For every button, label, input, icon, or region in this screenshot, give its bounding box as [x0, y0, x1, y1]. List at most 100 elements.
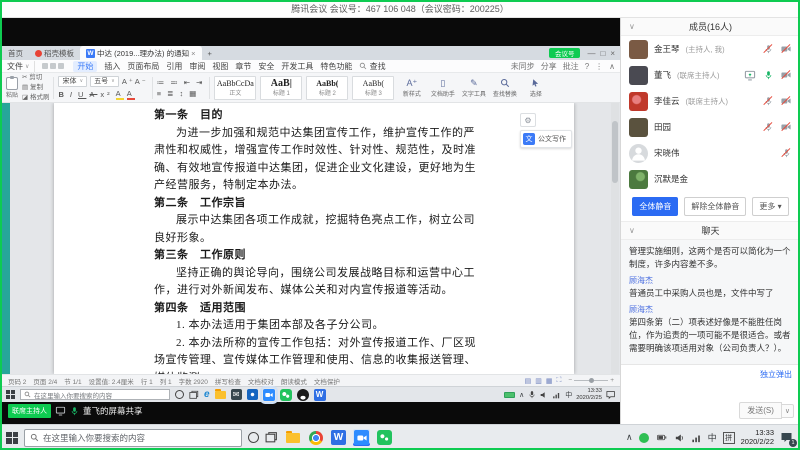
minimize-button[interactable]: — [587, 49, 595, 58]
status-spellcheck[interactable]: 拼写检查 [215, 376, 241, 386]
indent-decrease-button[interactable]: ⇤ [184, 78, 193, 87]
number-list-button[interactable]: ≕ [170, 78, 181, 87]
qq-icon[interactable] [297, 389, 309, 401]
menu-page-layout[interactable]: 页面布局 [127, 61, 159, 72]
ime-mode-icon[interactable]: 拼 [723, 432, 735, 444]
zoom-knob[interactable] [589, 378, 594, 383]
member-row[interactable]: 金王琴 (主持人, 我) [621, 36, 800, 62]
network-signal-icon[interactable] [691, 433, 702, 443]
collapse-chat-icon[interactable]: ∨ [629, 226, 635, 235]
new-style-button[interactable]: A⁺ 新样式 [398, 78, 425, 98]
zoom-slider[interactable]: − + [568, 377, 614, 384]
file-menu[interactable]: 文件 ∨ [7, 61, 35, 72]
cortana-icon[interactable] [248, 432, 259, 443]
wechat-icon[interactable] [280, 389, 292, 401]
battery-icon[interactable] [504, 392, 515, 398]
status-word-count[interactable]: 字数 2920 [179, 376, 208, 386]
wechat-tray-icon[interactable] [639, 433, 649, 443]
mic-off-icon[interactable] [780, 147, 792, 159]
official-doc-writer-button[interactable]: 文 公文写作 [520, 130, 572, 148]
status-proofread[interactable]: 文档校对 [248, 376, 274, 386]
member-row[interactable]: 宋晓伟 [621, 140, 800, 166]
document-scrollbar[interactable] [611, 103, 619, 374]
remote-start-button[interactable] [6, 390, 15, 399]
send-options-icon[interactable]: ∨ [782, 404, 794, 418]
wechat-icon[interactable] [376, 429, 393, 446]
style-body-text[interactable]: AaBbCcDa 正文 [214, 76, 256, 100]
camera-off-icon[interactable] [780, 95, 792, 107]
close-button[interactable]: × [610, 49, 615, 58]
tab-home[interactable]: 首页 [2, 46, 29, 60]
tab-docer[interactable]: 稻壳模板 [29, 46, 80, 60]
menu-view[interactable]: 视图 [212, 61, 228, 72]
cloud-sync-status[interactable]: 未同步 [511, 61, 535, 72]
camera-off-icon[interactable] [780, 121, 792, 133]
chrome-icon[interactable] [307, 429, 324, 446]
assist-settings-button[interactable]: ⚙ [520, 113, 536, 127]
style-heading-1[interactable]: AaB| 标题 1 [260, 76, 302, 100]
file-explorer-icon[interactable] [215, 391, 226, 399]
file-explorer-icon[interactable] [284, 429, 301, 446]
comment-button[interactable]: 批注 [563, 61, 579, 72]
font-color-button[interactable]: A [127, 89, 135, 100]
format-brush-button[interactable]: ◪ 格式刷 [22, 94, 49, 102]
edge-icon[interactable]: e [204, 389, 210, 400]
align-left-button[interactable]: ≡ [157, 89, 164, 98]
app-icon[interactable] [247, 389, 258, 400]
camera-off-icon[interactable] [780, 43, 792, 55]
mic-off-icon[interactable] [762, 43, 774, 55]
send-button[interactable]: 发送(S) [739, 402, 782, 419]
speaker-icon[interactable] [540, 391, 548, 399]
italic-button[interactable]: I [70, 90, 75, 99]
more-button[interactable]: 更多 ▾ [752, 197, 788, 216]
wps-icon[interactable]: W [314, 389, 326, 401]
strikethrough-button[interactable]: A [89, 90, 97, 99]
tencent-meeting-icon[interactable] [353, 429, 370, 446]
mic-off-icon[interactable] [762, 121, 774, 133]
tray-chevron-icon[interactable]: ∧ [519, 391, 524, 399]
highlight-color-button[interactable]: A [116, 89, 124, 100]
language-indicator[interactable]: 中 [565, 390, 572, 400]
task-view-icon[interactable] [265, 431, 278, 444]
new-tab-button[interactable]: + [202, 46, 218, 60]
doc-assistant-button[interactable]: ▯ 文档助手 [429, 78, 456, 98]
speaker-icon[interactable] [675, 433, 685, 443]
clock[interactable]: 13:33 2020/2/22 [741, 429, 774, 446]
mic-off-icon[interactable] [762, 95, 774, 107]
zoom-out-icon[interactable]: − [568, 377, 572, 384]
collapse-ribbon-icon[interactable]: ∧ [609, 62, 615, 71]
meeting-overlay-pill[interactable]: 会议号 [549, 48, 581, 58]
member-row[interactable]: 沉默是金 [621, 166, 800, 192]
status-doc-protect[interactable]: 文档保护 [314, 376, 340, 386]
network-signal-icon[interactable] [552, 391, 561, 399]
view-outline-icon[interactable]: ▦ [546, 377, 553, 385]
battery-icon[interactable] [655, 433, 669, 442]
style-heading-2[interactable]: AaBb( 标题 2 [306, 76, 348, 100]
remote-clock[interactable]: 13:33 2020/2/25 [576, 388, 602, 401]
menu-dev-tools[interactable]: 开发工具 [281, 61, 313, 72]
notification-icon[interactable] [606, 390, 616, 399]
cut-button[interactable]: ✂ 剪切 [22, 74, 49, 82]
chat-input-area[interactable]: 独立弹出 发送(S) ∨ [621, 364, 800, 424]
maximize-button[interactable]: □ [600, 49, 605, 58]
copy-button[interactable]: ▤ 复制 [22, 84, 49, 92]
mic-on-icon[interactable] [762, 69, 774, 81]
font-size-select[interactable]: 五号∨ [90, 76, 119, 87]
cortana-icon[interactable] [175, 390, 184, 399]
bullet-list-button[interactable]: ≔ [157, 78, 168, 87]
mail-icon[interactable]: ✉ [231, 389, 242, 400]
member-row[interactable]: 田园 [621, 114, 800, 140]
fullscreen-icon[interactable]: ⛶ [557, 377, 562, 385]
view-web-layout-icon[interactable]: ▥ [535, 377, 542, 385]
more-menu-icon[interactable]: ⋮ [595, 62, 603, 71]
menu-find[interactable]: 查找 [359, 61, 385, 72]
bold-button[interactable]: B [58, 90, 66, 99]
tray-chevron-icon[interactable]: ∧ [626, 432, 633, 443]
help-icon[interactable]: ? [585, 62, 589, 71]
underline-button[interactable]: U [78, 90, 86, 99]
menu-section[interactable]: 章节 [235, 61, 251, 72]
wps-icon[interactable]: W [330, 429, 347, 446]
unmute-all-button[interactable]: 解除全体静音 [684, 197, 746, 216]
style-heading-3[interactable]: AaBb( 标题 3 [352, 76, 394, 100]
language-indicator[interactable]: 中 [708, 431, 717, 444]
